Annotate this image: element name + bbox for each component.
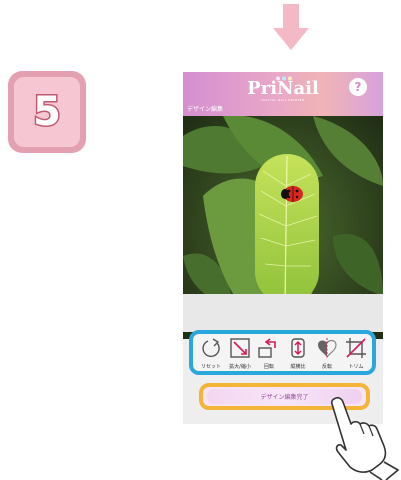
- help-button[interactable]: ?: [349, 78, 367, 96]
- app-logo-subtitle: DIGITAL NAIL PRINTER: [261, 98, 305, 102]
- edit-tool-panel: リセット 拡大/縮小 回転 縦横比 反転 トリム: [189, 330, 376, 375]
- app-header: PriNail DIGITAL NAIL PRINTER ? デザイン編集: [183, 72, 383, 116]
- rotate-icon: [258, 338, 276, 358]
- pointing-hand-icon: [330, 396, 400, 480]
- app-screen: PriNail DIGITAL NAIL PRINTER ? デザイン編集 リセ…: [183, 72, 383, 424]
- down-arrow-icon: [273, 4, 309, 50]
- canvas-margin: [183, 294, 383, 332]
- tool-trim[interactable]: トリム: [342, 337, 370, 375]
- resize-icon: [230, 338, 250, 358]
- flip-icon: [318, 338, 337, 358]
- step-badge: 5: [8, 71, 86, 153]
- screen-title: デザイン編集: [187, 106, 224, 113]
- aspect-ratio-icon: [291, 338, 305, 358]
- app-logo: PriNail: [247, 78, 319, 99]
- trim-icon: [346, 338, 366, 358]
- step-number: 5: [32, 88, 63, 137]
- reset-icon: [202, 338, 220, 358]
- tool-label: トリム: [348, 364, 364, 370]
